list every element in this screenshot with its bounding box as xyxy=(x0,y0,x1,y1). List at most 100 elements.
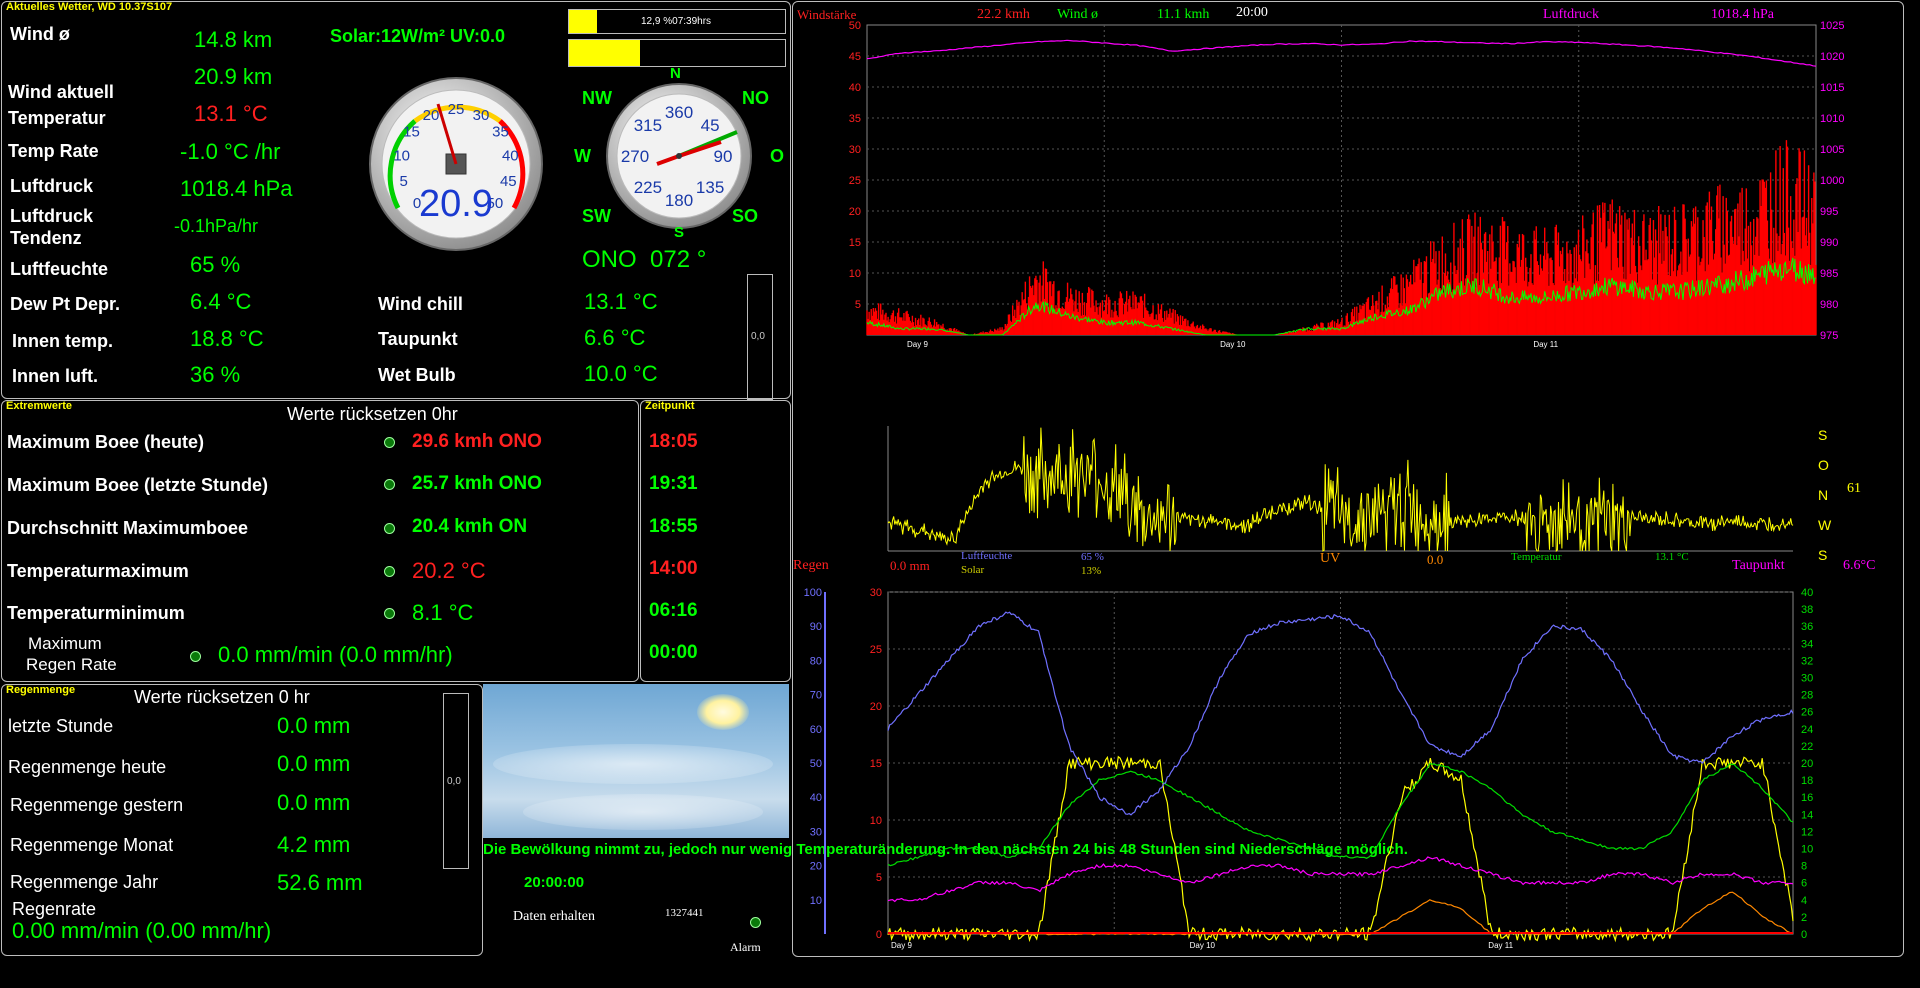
temperature-axis-tick-label: 28 xyxy=(1801,690,1813,702)
value-humidity: 65 % xyxy=(190,252,241,277)
alarm-indicator[interactable] xyxy=(750,917,761,928)
time-max-gust-hour: 19:31 xyxy=(649,473,698,494)
extreme-value-max-gust-hour: 25.7 kmh ONO xyxy=(412,473,542,494)
compass-degree-label: 90 xyxy=(714,147,733,166)
y-axis-tick-label: 20 xyxy=(849,206,861,218)
uv-graph-value: 0.0 xyxy=(1427,552,1444,567)
humidity-axis-tick-label: 60 xyxy=(810,724,822,736)
value-indoor-temp: 18.8 °C xyxy=(190,326,264,351)
gauge-tick-label: 25 xyxy=(448,101,465,118)
label-temp-rate: Temp Rate xyxy=(8,141,99,161)
humidity-axis-tick-label: 40 xyxy=(810,792,822,804)
extreme-value-max-gust-today: 29.6 kmh ONO xyxy=(412,431,542,452)
y2-axis-tick-label: 1000 xyxy=(1820,175,1844,187)
value-dewpoint-depression: 6.4 °C xyxy=(190,289,252,314)
rain-axis-tick-label: 5 xyxy=(876,872,882,884)
gauge-tick-label: 20 xyxy=(423,107,440,124)
label-dewpoint: Taupunkt xyxy=(378,329,458,349)
value-pressure-trend: -0.1hPa/hr xyxy=(174,216,259,236)
humidity-axis-tick-label: 20 xyxy=(810,861,822,873)
temperature-axis-tick-label: 4 xyxy=(1801,895,1807,907)
y2-axis-tick-label: 990 xyxy=(1820,237,1838,249)
time-temp-max: 14:00 xyxy=(649,558,698,579)
y-axis-tick-label: 10 xyxy=(849,268,861,280)
cloud-icon xyxy=(493,744,773,784)
rain-value-yesterday: 0.0 mm xyxy=(277,790,351,815)
y2-axis-tick-label: 995 xyxy=(1820,206,1838,218)
direction-axis-label: S xyxy=(1818,427,1827,443)
time-avg-max-gust: 18:55 xyxy=(649,516,698,537)
x-axis-tick-label: Day 9 xyxy=(907,340,928,349)
gauge-tick-label: 45 xyxy=(500,173,517,190)
label-pressure: Luftdruck xyxy=(10,176,93,196)
extremes-panel: Extremwerte Werte rücksetzen 0hr Maximum… xyxy=(1,400,639,682)
rain-label-yesterday: Regenmenge gestern xyxy=(10,795,184,815)
sun-icon xyxy=(697,694,749,730)
rain-label-today: Regenmenge heute xyxy=(8,757,167,777)
compass-direction-value: ONO 072 ° xyxy=(582,246,707,273)
humidity-graph-label: Luftfeuchte xyxy=(961,550,1013,562)
extreme-label-rain-rate-2: Regen Rate xyxy=(26,655,117,674)
uv-graph-label: UV xyxy=(1320,551,1341,566)
et-bar-fill xyxy=(569,40,641,66)
humidity-axis-tick-label: 70 xyxy=(810,690,822,702)
compass-degree-label: 180 xyxy=(665,191,693,210)
y2-axis-tick-label: 1005 xyxy=(1820,144,1844,156)
humidity-axis-tick-label: 80 xyxy=(810,655,822,667)
compass-label-w: W xyxy=(574,146,591,166)
status-data-count: 1327441 xyxy=(665,907,704,919)
extremes-time-title: Zeitpunkt xyxy=(645,400,695,412)
graph-panel: Windstärke 22.2 kmh Wind ø 11.1 kmh 20:0… xyxy=(792,1,1904,957)
temperature-axis-tick-label: 38 xyxy=(1801,604,1813,616)
extreme-value-temp-max: 20.2 °C xyxy=(412,558,486,583)
gauge-tick-label: 10 xyxy=(393,147,410,164)
temperature-axis-tick-label: 2 xyxy=(1801,912,1807,924)
value-wind-chill: 13.1 °C xyxy=(584,289,658,314)
rain-axis-tick-label: 0 xyxy=(876,929,882,941)
extremes-title: Extremwerte xyxy=(6,400,73,412)
rain-axis-tick-label: 20 xyxy=(870,701,882,713)
label-wind-now: Wind aktuell xyxy=(8,82,114,102)
rain-axis-tick-label: 25 xyxy=(870,644,882,656)
y-axis-tick-label: 15 xyxy=(849,237,861,249)
label-wind-avg: Wind ø xyxy=(10,24,70,44)
climate-chart: 5101520253001020304050607080901000246810… xyxy=(804,587,1814,950)
extreme-label-rain-rate-1: Maximum xyxy=(28,634,102,653)
label-humidity: Luftfeuchte xyxy=(10,259,108,279)
temperature-graph-value: 13.1 °C xyxy=(1655,551,1689,563)
extreme-indicator-2 xyxy=(384,479,395,490)
time-rain-rate: 00:00 xyxy=(649,642,698,663)
y-axis-tick-label: 25 xyxy=(849,175,861,187)
current-weather-title: Aktuelles Wetter, WD 10.37S107 xyxy=(6,1,173,13)
label-wet-bulb: Wet Bulb xyxy=(378,365,456,385)
temperature-axis-tick-label: 32 xyxy=(1801,655,1813,667)
y2-axis-tick-label: 980 xyxy=(1820,299,1838,311)
compass-degree-label: 45 xyxy=(701,116,720,135)
x-axis-tick-label: Day 11 xyxy=(1488,941,1513,950)
rain-value-month: 4.2 mm xyxy=(277,832,351,857)
extreme-label-max-gust-hour: Maximum Boee (letzte Stunde) xyxy=(7,475,269,495)
status-data-label: Daten erhalten xyxy=(513,909,596,924)
gauge-tick-label: 35 xyxy=(492,124,509,141)
compass-degree-label: 225 xyxy=(634,178,662,197)
extreme-indicator-3 xyxy=(384,523,395,534)
rain-rate-label: Regenrate xyxy=(12,899,97,919)
humidity-axis-tick-label: 10 xyxy=(810,895,822,907)
direction-axis-label: N xyxy=(1818,487,1828,503)
label-dewpoint-depression: Dew Pt Depr. xyxy=(10,294,121,314)
wind-pressure-chart: 5101520253035404550975980985990995100010… xyxy=(849,20,1845,562)
temperature-graph-label: Temperatur xyxy=(1511,551,1562,563)
y2-axis-tick-label: 985 xyxy=(1820,268,1838,280)
extreme-value-avg-max-gust: 20.4 kmh ON xyxy=(412,516,528,537)
label-indoor-humidity: Innen luft. xyxy=(12,366,98,386)
y-axis-tick-label: 40 xyxy=(849,82,861,94)
gauge-tick-label: 5 xyxy=(400,173,408,190)
x-axis-tick-label: Day 11 xyxy=(1533,340,1558,349)
extreme-indicator-5 xyxy=(384,608,395,619)
extreme-label-temp-min: Temperaturminimum xyxy=(7,603,185,623)
wind-direction-line xyxy=(887,427,1794,553)
compass-degree-label: 135 xyxy=(696,178,724,197)
label-pressure-trend-1: Luftdruck xyxy=(10,206,93,226)
sunshine-bar: 12,9 %07:39hrs xyxy=(568,9,786,34)
current-weather-panel: Aktuelles Wetter, WD 10.37S107 Solar:12W… xyxy=(1,1,791,400)
